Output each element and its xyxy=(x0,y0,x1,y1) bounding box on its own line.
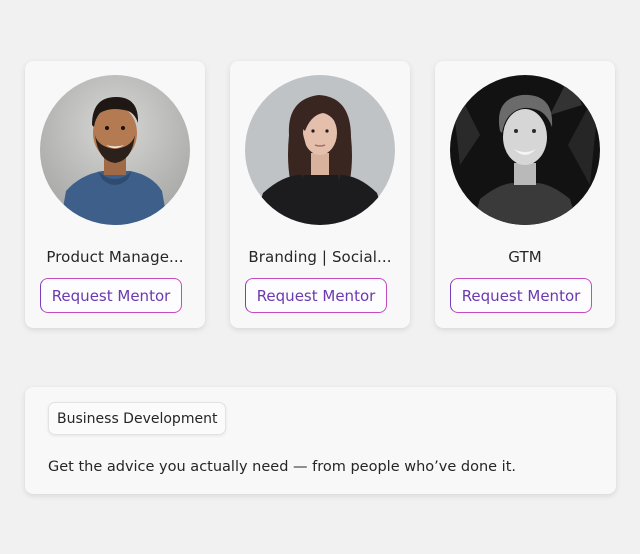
category-section: Business Development Get the advice you … xyxy=(25,387,616,494)
request-mentor-button[interactable]: Request Mentor xyxy=(40,278,182,313)
mentor-title: Product Manage... xyxy=(46,248,184,266)
mentor-photo-2 xyxy=(245,75,395,225)
mentor-title: Branding | Social... xyxy=(248,248,392,266)
category-chip[interactable]: Business Development xyxy=(48,402,227,435)
mentor-card: Branding | Social... Request Mentor xyxy=(230,61,410,328)
mentor-avatar xyxy=(450,75,600,225)
mentor-title: GTM xyxy=(508,248,542,266)
request-mentor-button[interactable]: Request Mentor xyxy=(245,278,387,313)
mentor-card: GTM Request Mentor xyxy=(435,61,615,328)
mentor-photo-1 xyxy=(40,75,190,225)
mentor-card: Product Manage... Request Mentor xyxy=(25,61,205,328)
section-tagline: Get the advice you actually need — from … xyxy=(48,459,517,475)
mentor-avatar xyxy=(40,75,190,225)
request-mentor-button[interactable]: Request Mentor xyxy=(450,278,592,313)
mentor-photo-3 xyxy=(450,75,600,225)
mentor-avatar xyxy=(245,75,395,225)
